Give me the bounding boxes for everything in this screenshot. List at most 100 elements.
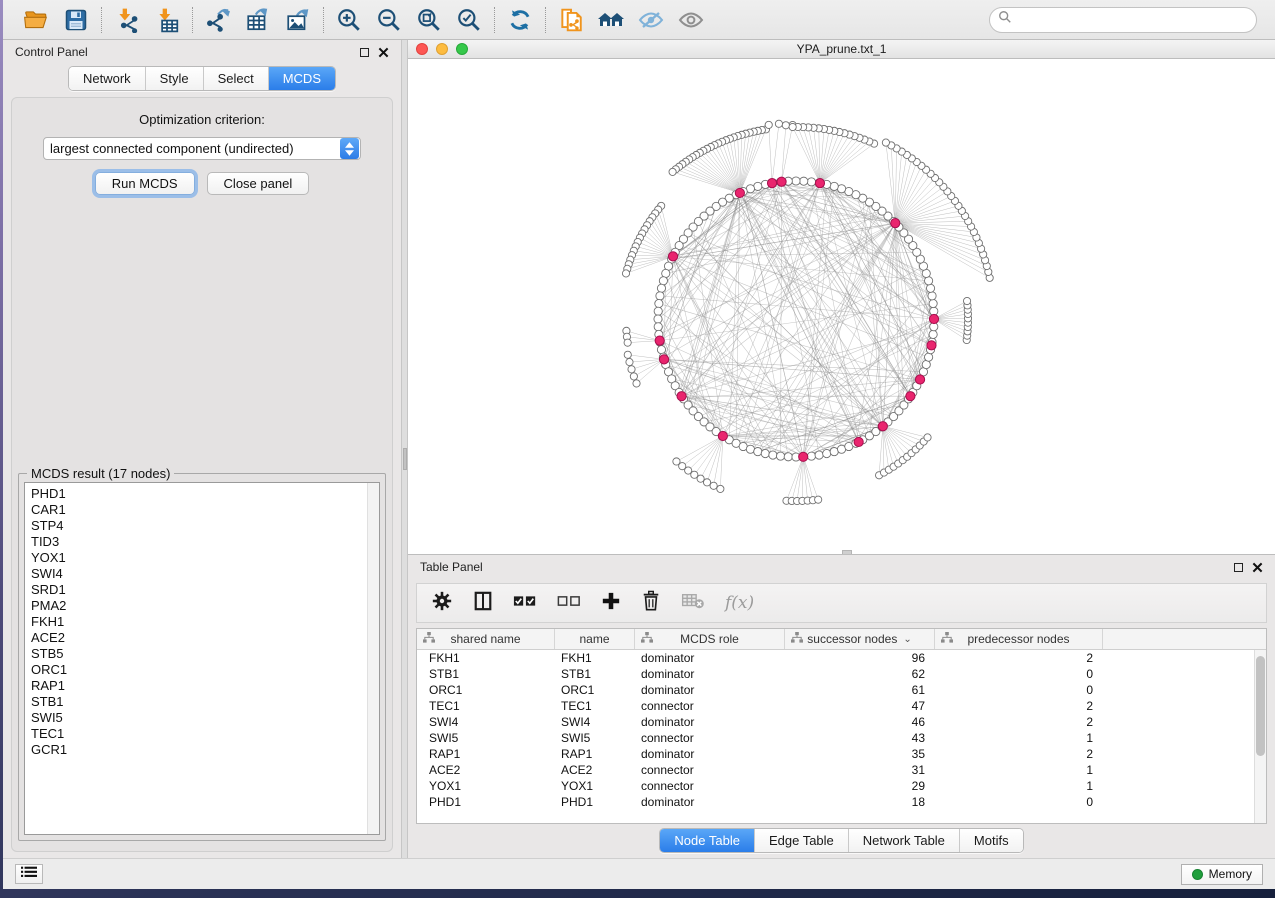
mcds-hub-node[interactable] bbox=[927, 341, 936, 350]
network-node[interactable] bbox=[656, 292, 664, 300]
duplicate-network-button[interactable] bbox=[556, 5, 586, 35]
export-network-button[interactable] bbox=[203, 5, 233, 35]
network-canvas[interactable] bbox=[408, 59, 1275, 554]
float-table-panel-icon[interactable] bbox=[1234, 563, 1243, 572]
zoom-in-button[interactable] bbox=[334, 5, 364, 35]
network-node[interactable] bbox=[754, 448, 762, 456]
show-columns-button[interactable] bbox=[473, 590, 493, 617]
mcds-hub-node[interactable] bbox=[668, 252, 677, 261]
delete-table-button-disabled[interactable] bbox=[681, 592, 705, 615]
export-table-button[interactable] bbox=[243, 5, 273, 35]
table-settings-button[interactable] bbox=[431, 590, 453, 617]
leaf-node[interactable] bbox=[789, 123, 796, 130]
table-row[interactable]: STB1STB1dominator620 bbox=[417, 666, 1254, 682]
leaf-node[interactable] bbox=[622, 270, 629, 277]
table-scrollbar[interactable] bbox=[1254, 650, 1266, 823]
mcds-hub-node[interactable] bbox=[891, 219, 900, 228]
network-node[interactable] bbox=[929, 299, 937, 307]
leaf-node[interactable] bbox=[703, 479, 710, 486]
search-input[interactable] bbox=[1017, 13, 1248, 27]
network-node[interactable] bbox=[929, 330, 937, 338]
leaf-node[interactable] bbox=[626, 358, 633, 365]
mcds-result-item[interactable]: TID3 bbox=[31, 534, 379, 550]
network-graph[interactable] bbox=[408, 59, 1274, 554]
close-table-panel-icon[interactable] bbox=[1252, 562, 1263, 573]
zoom-fit-button[interactable] bbox=[414, 5, 444, 35]
mcds-result-item[interactable]: SRD1 bbox=[31, 582, 379, 598]
splitter-grip[interactable] bbox=[403, 448, 407, 470]
leaf-node[interactable] bbox=[710, 482, 717, 489]
table-row[interactable]: ORC1ORC1dominator610 bbox=[417, 682, 1254, 698]
table-row[interactable]: TEC1TEC1connector472 bbox=[417, 698, 1254, 714]
leaf-node[interactable] bbox=[815, 496, 822, 503]
deselect-all-rows-button[interactable] bbox=[557, 593, 581, 614]
mcds-hub-node[interactable] bbox=[915, 375, 924, 384]
mcds-hub-node[interactable] bbox=[655, 336, 664, 345]
column-header-shared-name[interactable]: shared name bbox=[417, 629, 555, 649]
export-image-button[interactable] bbox=[283, 5, 313, 35]
network-node[interactable] bbox=[654, 315, 662, 323]
mcds-hub-node[interactable] bbox=[799, 452, 808, 461]
float-panel-icon[interactable] bbox=[360, 48, 369, 57]
task-history-button[interactable] bbox=[15, 864, 43, 884]
mcds-result-item[interactable]: CAR1 bbox=[31, 502, 379, 518]
column-header-successor-nodes[interactable]: successor nodes⌄ bbox=[785, 629, 935, 649]
search-field[interactable] bbox=[989, 7, 1257, 33]
mcds-result-item[interactable]: SWI4 bbox=[31, 566, 379, 582]
tab-mcds[interactable]: MCDS bbox=[268, 67, 335, 90]
network-node[interactable] bbox=[928, 292, 936, 300]
mcds-result-item[interactable]: ORC1 bbox=[31, 662, 379, 678]
network-node[interactable] bbox=[655, 299, 663, 307]
tab-motifs[interactable]: Motifs bbox=[959, 829, 1023, 852]
network-node[interactable] bbox=[815, 451, 823, 459]
mcds-result-item[interactable]: TEC1 bbox=[31, 726, 379, 742]
network-node[interactable] bbox=[657, 346, 665, 354]
leaf-node[interactable] bbox=[669, 168, 676, 175]
table-row[interactable]: YOX1YOX1connector291 bbox=[417, 778, 1254, 794]
network-node[interactable] bbox=[784, 453, 792, 461]
table-row[interactable]: SWI5SWI5connector431 bbox=[417, 730, 1254, 746]
network-node[interactable] bbox=[769, 451, 777, 459]
first-neighbors-button[interactable] bbox=[596, 5, 626, 35]
mcds-result-item[interactable]: STP4 bbox=[31, 518, 379, 534]
mcds-hub-node[interactable] bbox=[777, 177, 786, 186]
mcds-result-item[interactable]: SWI5 bbox=[31, 710, 379, 726]
function-builder-button-disabled[interactable]: f(x) bbox=[725, 593, 754, 613]
mcds-hub-node[interactable] bbox=[735, 188, 744, 197]
create-column-button[interactable] bbox=[601, 591, 621, 616]
mcds-result-item[interactable]: YOX1 bbox=[31, 550, 379, 566]
mcds-result-list[interactable]: PHD1CAR1STP4TID3YOX1SWI4SRD1PMA2FKH1ACE2… bbox=[24, 482, 380, 835]
close-panel-button[interactable]: Close panel bbox=[207, 172, 310, 195]
leaf-node[interactable] bbox=[717, 485, 724, 492]
network-node[interactable] bbox=[830, 182, 838, 190]
network-node[interactable] bbox=[792, 177, 800, 185]
leaf-node[interactable] bbox=[624, 351, 631, 358]
mcds-result-item[interactable]: STB1 bbox=[31, 694, 379, 710]
tab-edge-table[interactable]: Edge Table bbox=[754, 829, 848, 852]
network-node[interactable] bbox=[761, 449, 769, 457]
show-all-button[interactable] bbox=[676, 5, 706, 35]
mcds-result-item[interactable]: GCR1 bbox=[31, 742, 379, 758]
leaf-node[interactable] bbox=[624, 339, 631, 346]
hide-selected-button[interactable] bbox=[636, 5, 666, 35]
network-node[interactable] bbox=[657, 284, 665, 292]
result-list-scrollbar[interactable] bbox=[367, 483, 379, 834]
network-node[interactable] bbox=[654, 323, 662, 331]
mcds-result-item[interactable]: FKH1 bbox=[31, 614, 379, 630]
refresh-button[interactable] bbox=[505, 5, 535, 35]
mcds-hub-node[interactable] bbox=[659, 355, 668, 364]
network-node[interactable] bbox=[654, 307, 662, 315]
column-header-predecessor-nodes[interactable]: predecessor nodes bbox=[935, 629, 1103, 649]
save-button[interactable] bbox=[61, 5, 91, 35]
mcds-result-item[interactable]: PHD1 bbox=[31, 486, 379, 502]
column-header-name[interactable]: name bbox=[555, 629, 635, 649]
leaf-node[interactable] bbox=[633, 380, 640, 387]
table-row[interactable]: FKH1FKH1dominator962 bbox=[417, 650, 1254, 666]
column-header-MCDS-role[interactable]: MCDS role bbox=[635, 629, 785, 649]
run-mcds-button[interactable]: Run MCDS bbox=[95, 172, 195, 195]
tab-network-table[interactable]: Network Table bbox=[848, 829, 959, 852]
network-node[interactable] bbox=[823, 449, 831, 457]
select-all-rows-button[interactable] bbox=[513, 593, 537, 614]
network-node[interactable] bbox=[807, 178, 815, 186]
network-node[interactable] bbox=[659, 277, 667, 285]
